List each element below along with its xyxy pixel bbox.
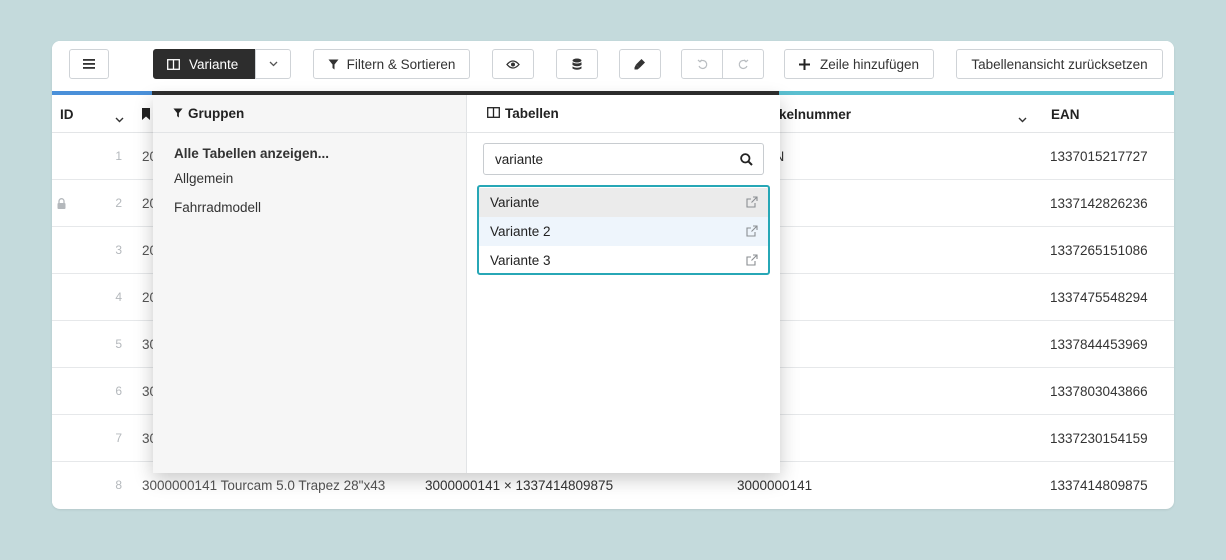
toolbar: Variante Filtern & Sortieren Zeile hinzu… bbox=[52, 41, 1174, 91]
groups-title: Gruppen bbox=[188, 106, 245, 121]
table-switcher-dropdown: Gruppen Alle Tabellen anzeigen... Allgem… bbox=[153, 95, 780, 473]
external-link-icon[interactable] bbox=[746, 225, 758, 240]
result-item[interactable]: Variante 2 bbox=[479, 217, 768, 246]
lock-icon bbox=[57, 197, 66, 212]
table-icon bbox=[487, 106, 500, 121]
hamburger-icon bbox=[83, 59, 95, 69]
filter-icon bbox=[173, 106, 183, 121]
result-label: Variante bbox=[490, 195, 540, 210]
reset-view-button[interactable]: Tabellenansicht zurücksetzen bbox=[956, 49, 1163, 79]
marker-icon bbox=[634, 58, 646, 70]
add-row-button[interactable]: Zeile hinzufügen bbox=[784, 49, 934, 79]
tables-title: Tabellen bbox=[505, 106, 559, 121]
cell-ean[interactable]: 1337803043866 bbox=[1040, 368, 1174, 414]
cell-ean[interactable]: 1337142826236 bbox=[1040, 180, 1174, 226]
result-item[interactable]: Variante 3 bbox=[479, 246, 768, 275]
cell-ean[interactable]: 1337265151086 bbox=[1040, 227, 1174, 273]
highlight-button[interactable] bbox=[619, 49, 661, 79]
view-select-button[interactable]: Variante bbox=[153, 49, 255, 79]
undo-icon bbox=[697, 58, 708, 70]
filter-sort-button[interactable]: Filtern & Sortieren bbox=[313, 49, 470, 79]
database-button[interactable] bbox=[556, 49, 598, 79]
row-id: 4 bbox=[52, 274, 130, 320]
row-id: 3 bbox=[52, 227, 130, 273]
external-link-icon[interactable] bbox=[746, 196, 758, 211]
external-link-icon[interactable] bbox=[746, 254, 758, 269]
result-label: Variante 3 bbox=[490, 253, 551, 268]
chevron-down-icon[interactable] bbox=[115, 111, 124, 126]
menu-button[interactable] bbox=[69, 49, 109, 79]
result-label: Variante 2 bbox=[490, 224, 551, 239]
table-search-input[interactable]: variante bbox=[483, 143, 764, 175]
cell-ean[interactable]: 1337015217727 bbox=[1040, 133, 1174, 179]
view-dropdown-toggle[interactable] bbox=[255, 49, 291, 79]
add-row-label: Zeile hinzufügen bbox=[819, 56, 920, 72]
row-id: 5 bbox=[52, 321, 130, 367]
cell-ean[interactable]: 1337230154159 bbox=[1040, 415, 1174, 461]
cell-ean[interactable]: 1337475548294 bbox=[1040, 274, 1174, 320]
reset-view-label: Tabellenansicht zurücksetzen bbox=[971, 56, 1148, 72]
app-window: Variante Filtern & Sortieren Zeile hinzu… bbox=[52, 41, 1174, 509]
plus-icon bbox=[798, 58, 810, 70]
row-id: 7 bbox=[52, 415, 130, 461]
chevron-down-icon[interactable] bbox=[1018, 111, 1027, 126]
result-item[interactable]: Variante bbox=[479, 188, 768, 217]
group-item-general[interactable]: Allgemein bbox=[174, 164, 466, 193]
search-results-list: Variante Variante 2 Variante 3 bbox=[477, 185, 770, 275]
undo-button[interactable] bbox=[681, 49, 723, 79]
visibility-button[interactable] bbox=[492, 49, 534, 79]
search-value: variante bbox=[495, 151, 544, 167]
group-list: Alle Tabellen anzeigen... Allgemein Fahr… bbox=[153, 133, 466, 222]
filter-icon bbox=[328, 59, 339, 70]
tables-pane: Tabellen variante Variante Variante 2 Va… bbox=[467, 95, 780, 473]
bookmark-icon bbox=[142, 108, 150, 123]
group-item-all[interactable]: Alle Tabellen anzeigen... bbox=[174, 142, 466, 164]
row-id: 8 bbox=[52, 462, 130, 508]
cell-ean[interactable]: 1337844453969 bbox=[1040, 321, 1174, 367]
database-icon bbox=[572, 58, 582, 71]
eye-icon bbox=[506, 59, 520, 69]
view-select-label: Variante bbox=[189, 56, 239, 72]
column-header-ean[interactable]: EAN bbox=[1051, 95, 1151, 133]
filter-sort-label: Filtern & Sortieren bbox=[346, 56, 456, 72]
redo-icon bbox=[738, 58, 749, 70]
column-header-id[interactable]: ID bbox=[60, 95, 120, 133]
row-id: 6 bbox=[52, 368, 130, 414]
group-item-bike-model[interactable]: Fahrradmodell bbox=[174, 193, 466, 222]
column-header-article-number[interactable]: kelnummer bbox=[779, 95, 979, 133]
groups-header: Gruppen bbox=[153, 95, 466, 133]
table-icon bbox=[167, 58, 180, 70]
cell-ean[interactable]: 1337414809875 bbox=[1040, 462, 1174, 508]
search-icon[interactable] bbox=[740, 153, 753, 169]
groups-pane: Gruppen Alle Tabellen anzeigen... Allgem… bbox=[153, 95, 467, 473]
row-id: 1 bbox=[52, 133, 130, 179]
row-id: 2 bbox=[72, 180, 130, 226]
redo-button[interactable] bbox=[722, 49, 764, 79]
tables-header: Tabellen bbox=[467, 95, 780, 133]
chevron-down-icon bbox=[269, 61, 278, 67]
